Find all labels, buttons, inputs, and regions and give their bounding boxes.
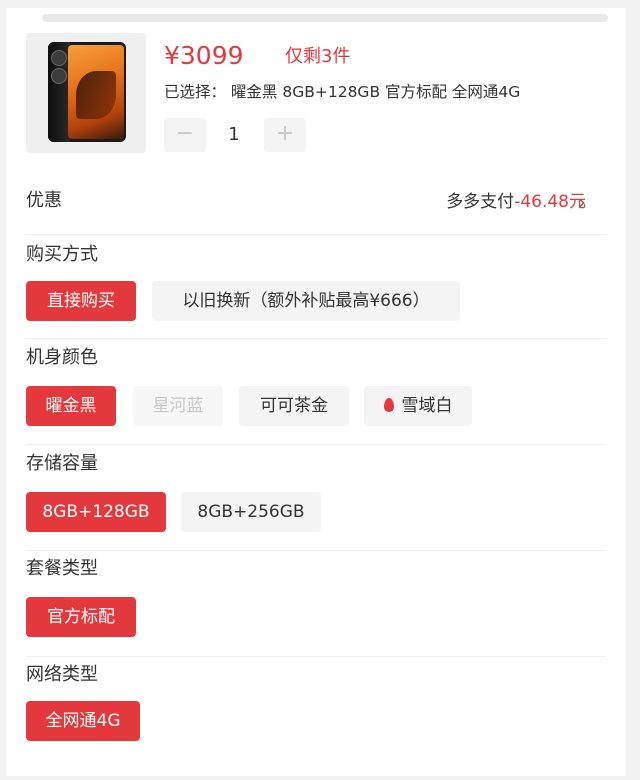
- quantity-decrease-button[interactable]: −: [164, 118, 206, 152]
- option-storage-256[interactable]: 8GB+256GB: [181, 492, 321, 532]
- camera-lens-icon: [51, 68, 67, 84]
- color-label: 机身颜色: [26, 347, 98, 368]
- network-label: 网络类型: [26, 664, 98, 685]
- sku-selector-panel: ¥3099 仅剩3件 已选择： 曜金黑 8GB+128GB 官方标配 全网通4G…: [6, 8, 626, 776]
- flame-icon: [383, 398, 394, 412]
- divider: [26, 550, 606, 551]
- phone-image: [48, 42, 126, 142]
- divider: [26, 656, 606, 657]
- quantity-increase-button[interactable]: +: [264, 118, 306, 152]
- package-label: 套餐类型: [26, 558, 98, 579]
- divider: [26, 444, 606, 445]
- option-storage-128[interactable]: 8GB+128GB: [26, 492, 166, 532]
- phone-screen: [68, 45, 124, 139]
- payment-method: 多多支付: [446, 192, 515, 212]
- purchase-method-label: 购买方式: [26, 244, 98, 265]
- wallpaper-shape: [76, 71, 116, 119]
- camera-lens-icon: [51, 50, 67, 66]
- option-color-blue[interactable]: 星河蓝: [133, 386, 223, 426]
- storage-label: 存储容量: [26, 453, 98, 474]
- option-direct-buy[interactable]: 直接购买: [26, 281, 136, 321]
- discount-label: 优惠: [26, 190, 62, 211]
- option-trade-in[interactable]: 以旧换新（额外补贴最高¥666）: [152, 281, 460, 321]
- chevron-right-icon[interactable]: ›: [578, 191, 598, 213]
- top-divider: [42, 14, 608, 22]
- product-thumbnail: [26, 33, 146, 153]
- stock-note: 仅剩3件: [285, 46, 351, 67]
- discount-value[interactable]: 多多支付-46.48元: [446, 189, 586, 215]
- option-color-white[interactable]: 雪域白: [364, 386, 472, 426]
- option-network-4g[interactable]: 全网通4G: [26, 701, 140, 741]
- page: ¥3099 仅剩3件 已选择： 曜金黑 8GB+128GB 官方标配 全网通4G…: [0, 0, 640, 780]
- discount-amount: -46.48元: [514, 192, 586, 212]
- divider: [26, 338, 606, 339]
- price: ¥3099: [164, 41, 244, 70]
- option-color-white-label: 雪域白: [401, 396, 453, 416]
- selected-summary: 已选择： 曜金黑 8GB+128GB 官方标配 全网通4G: [164, 83, 521, 101]
- option-color-gold[interactable]: 可可茶金: [239, 386, 349, 426]
- quantity-value[interactable]: 1: [206, 120, 262, 150]
- option-color-black[interactable]: 曜金黑: [26, 386, 116, 426]
- option-package-standard[interactable]: 官方标配: [26, 597, 136, 637]
- divider: [26, 234, 606, 235]
